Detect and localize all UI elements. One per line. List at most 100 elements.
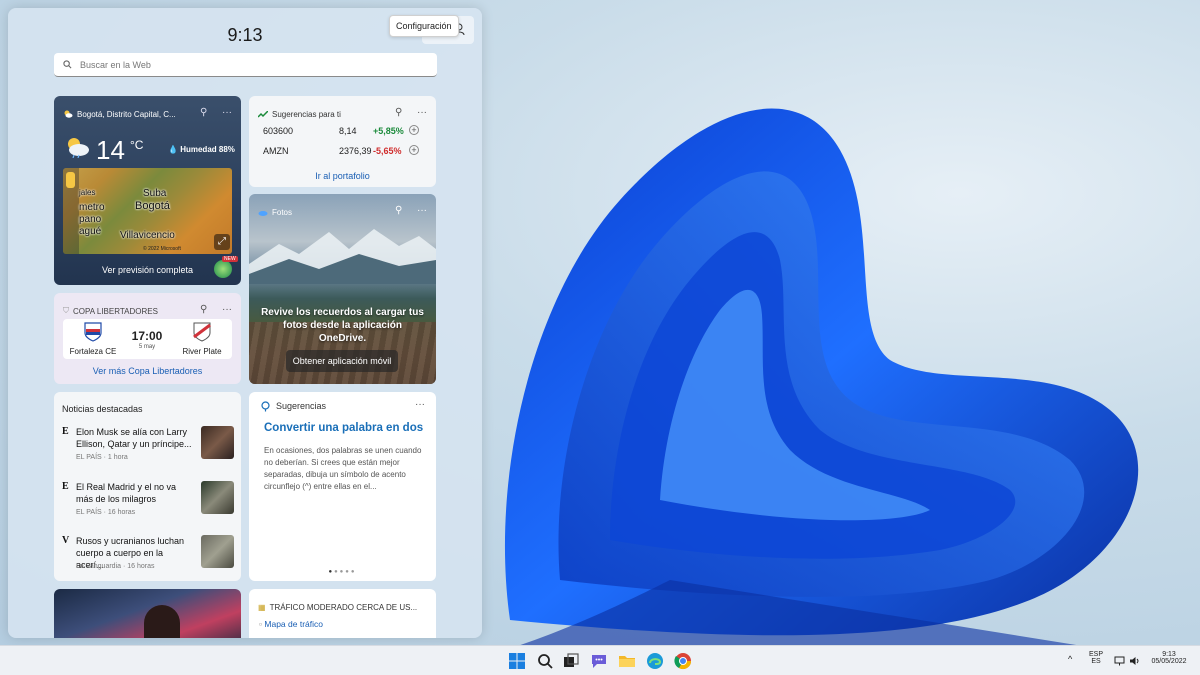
more-options-icon[interactable]: ···	[417, 107, 427, 118]
teams-chat-icon[interactable]	[590, 652, 608, 670]
add-stock-icon[interactable]: +	[409, 125, 419, 135]
map-label-1: metro	[79, 202, 105, 213]
chrome-browser-icon[interactable]	[674, 652, 692, 670]
more-options-icon[interactable]: ···	[417, 205, 427, 216]
taskbar: ^ ESP ES 9:13 05/05/2022	[0, 645, 1200, 675]
start-windows-icon[interactable]	[508, 652, 526, 670]
lightbulb-icon	[261, 400, 270, 411]
humidity-value: Humedad 88%	[180, 145, 235, 154]
map-label-bogota: Bogotá	[135, 200, 170, 212]
volume-icon[interactable]	[1129, 656, 1140, 666]
sports-widget[interactable]: ⛉ COPA LIBERTADORES ⚲ ··· Fortaleza CE 1…	[54, 293, 241, 384]
mountain-landscape-image	[249, 229, 436, 284]
stock-change: +5,85%	[373, 126, 404, 136]
network-icon[interactable]	[1114, 656, 1125, 666]
match-date: 5 may	[138, 344, 156, 350]
publisher-icon: E	[62, 426, 69, 437]
file-explorer-icon[interactable]	[618, 652, 636, 670]
news-meta: EL PAÍS · 1 hora	[76, 454, 128, 461]
news-item[interactable]: E El Real Madrid y el no va más de los m…	[62, 481, 236, 517]
app-promo-icon[interactable]	[214, 260, 232, 278]
weather-radar-map[interactable]: Suba Bogotá Villavicencio metro pano agu…	[63, 168, 232, 254]
pin-icon[interactable]: ⚲	[200, 304, 207, 315]
stock-symbol: AMZN	[263, 146, 289, 156]
fortaleza-crest-icon	[84, 322, 102, 342]
map-label-villavicencio: Villavicencio	[120, 230, 175, 241]
pin-icon[interactable]: ⚲	[200, 107, 207, 118]
full-forecast-link[interactable]: Ver previsión completa	[54, 265, 241, 275]
news-item[interactable]: V Rusos y ucranianos luchan cuerpo a cue…	[62, 535, 236, 571]
video-widget-image[interactable]	[54, 589, 241, 638]
more-copa-link[interactable]: Ver más Copa Libertadores	[54, 366, 241, 376]
match-card[interactable]: Fortaleza CE 17:00 5 may River Plate	[63, 319, 232, 359]
photos-message: Revive los recuerdos al cargar tus fotos…	[261, 307, 424, 344]
search-icon[interactable]	[536, 652, 554, 670]
map-label-2: pano	[79, 214, 102, 225]
news-headline: Elon Musk se alía con Larry Ellison, Qat…	[76, 427, 192, 449]
river-plate-crest-icon	[193, 322, 211, 342]
windows-bloom-wallpaper	[504, 108, 1139, 645]
suggestions-widget[interactable]: Sugerencias ··· Convertir una palabra en…	[249, 392, 436, 581]
weather-location: Bogotá, Distrito Capital, C...	[77, 109, 176, 119]
settings-tooltip: Configuración	[389, 15, 459, 37]
search-icon	[63, 60, 72, 69]
away-team-name: River Plate	[182, 347, 222, 356]
more-options-icon[interactable]: ···	[222, 107, 232, 118]
pin-icon[interactable]: ⚲	[395, 107, 402, 118]
publisher-icon: V	[62, 535, 70, 546]
add-stock-icon[interactable]: +	[409, 145, 419, 155]
traffic-light-icon: ▦	[258, 602, 266, 612]
news-thumbnail	[201, 535, 234, 568]
publisher-icon: E	[62, 481, 69, 492]
stocks-widget[interactable]: Sugerencias para ti ⚲ ··· 603600 8,14 +5…	[249, 96, 436, 187]
match-time: 17:00	[131, 329, 163, 343]
traffic-widget[interactable]: ▦ TRÁFICO MODERADO CERCA DE US... ▫ Mapa…	[249, 589, 436, 638]
more-options-icon[interactable]: ···	[222, 304, 232, 315]
carousel-dots[interactable]: ●●●●●	[249, 569, 436, 575]
onedrive-cloud-icon	[258, 210, 268, 216]
news-headline: El Real Madrid y el no va más de los mil…	[76, 482, 177, 504]
home-team-name: Fortaleza CE	[69, 347, 117, 356]
suggestion-body: En ocasiones, dos palabras se unen cuand…	[264, 446, 422, 491]
map-label-4: jales	[79, 188, 96, 197]
stock-symbol: 603600	[263, 126, 294, 136]
stocks-title: Sugerencias para ti	[272, 109, 341, 119]
show-hidden-icons-chevron[interactable]: ^	[1068, 654, 1072, 664]
expand-map-icon[interactable]: ⤢	[214, 234, 230, 250]
more-options-icon[interactable]: ···	[415, 399, 425, 410]
partly-cloudy-icon	[64, 110, 73, 118]
input-language-indicator[interactable]: ESP ES	[1084, 651, 1108, 665]
edge-browser-icon[interactable]	[646, 652, 664, 670]
system-clock[interactable]: 9:13 05/05/2022	[1146, 651, 1192, 665]
photos-title: Fotos	[272, 207, 293, 217]
temperature-unit: °C	[130, 138, 144, 152]
stock-price: 2376,39	[339, 146, 372, 156]
portfolio-link[interactable]: Ir al portafolio	[249, 171, 436, 181]
web-search-input[interactable]: Buscar en la Web	[54, 53, 437, 77]
language-code: ESP	[1088, 651, 1103, 658]
task-view-icon[interactable]	[562, 652, 580, 670]
news-thumbnail	[201, 481, 234, 514]
taskbar-time: 9:13	[1162, 651, 1176, 658]
suggestions-title: Sugerencias	[276, 401, 327, 411]
traffic-map-link: Mapa de tráfico	[264, 619, 323, 629]
stock-price: 8,14	[339, 126, 357, 136]
news-thumbnail	[201, 426, 234, 459]
weather-widget[interactable]: Bogotá, Distrito Capital, C... ⚲ ··· 14 …	[54, 96, 241, 285]
suggestion-headline[interactable]: Convertir una palabra en dos	[264, 422, 424, 434]
photos-widget[interactable]: Fotos ⚲ ··· Revive los recuerdos al carg…	[249, 194, 436, 384]
traffic-title: TRÁFICO MODERADO CERCA DE US...	[269, 602, 418, 612]
humidity-icon: 💧	[168, 145, 178, 154]
get-mobile-app-button[interactable]: Obtener aplicación móvil	[286, 350, 398, 372]
map-layer-button[interactable]	[66, 172, 75, 188]
news-widget[interactable]: Noticias destacadas E Elon Musk se alía …	[54, 392, 241, 581]
widgets-panel: 9:13 Configuración Buscar en la Web Bogo…	[8, 8, 482, 638]
pin-icon[interactable]: ⚲	[395, 205, 402, 216]
news-title: Noticias destacadas	[62, 404, 143, 414]
weather-condition-icon	[68, 138, 89, 158]
stock-change: -5,65%	[373, 146, 402, 156]
news-item[interactable]: E Elon Musk se alía con Larry Ellison, Q…	[62, 426, 236, 462]
news-meta: La Vanguardia · 16 horas	[76, 563, 155, 570]
taskbar-date: 05/05/2022	[1151, 658, 1187, 665]
trophy-icon: ⛉	[63, 306, 69, 315]
